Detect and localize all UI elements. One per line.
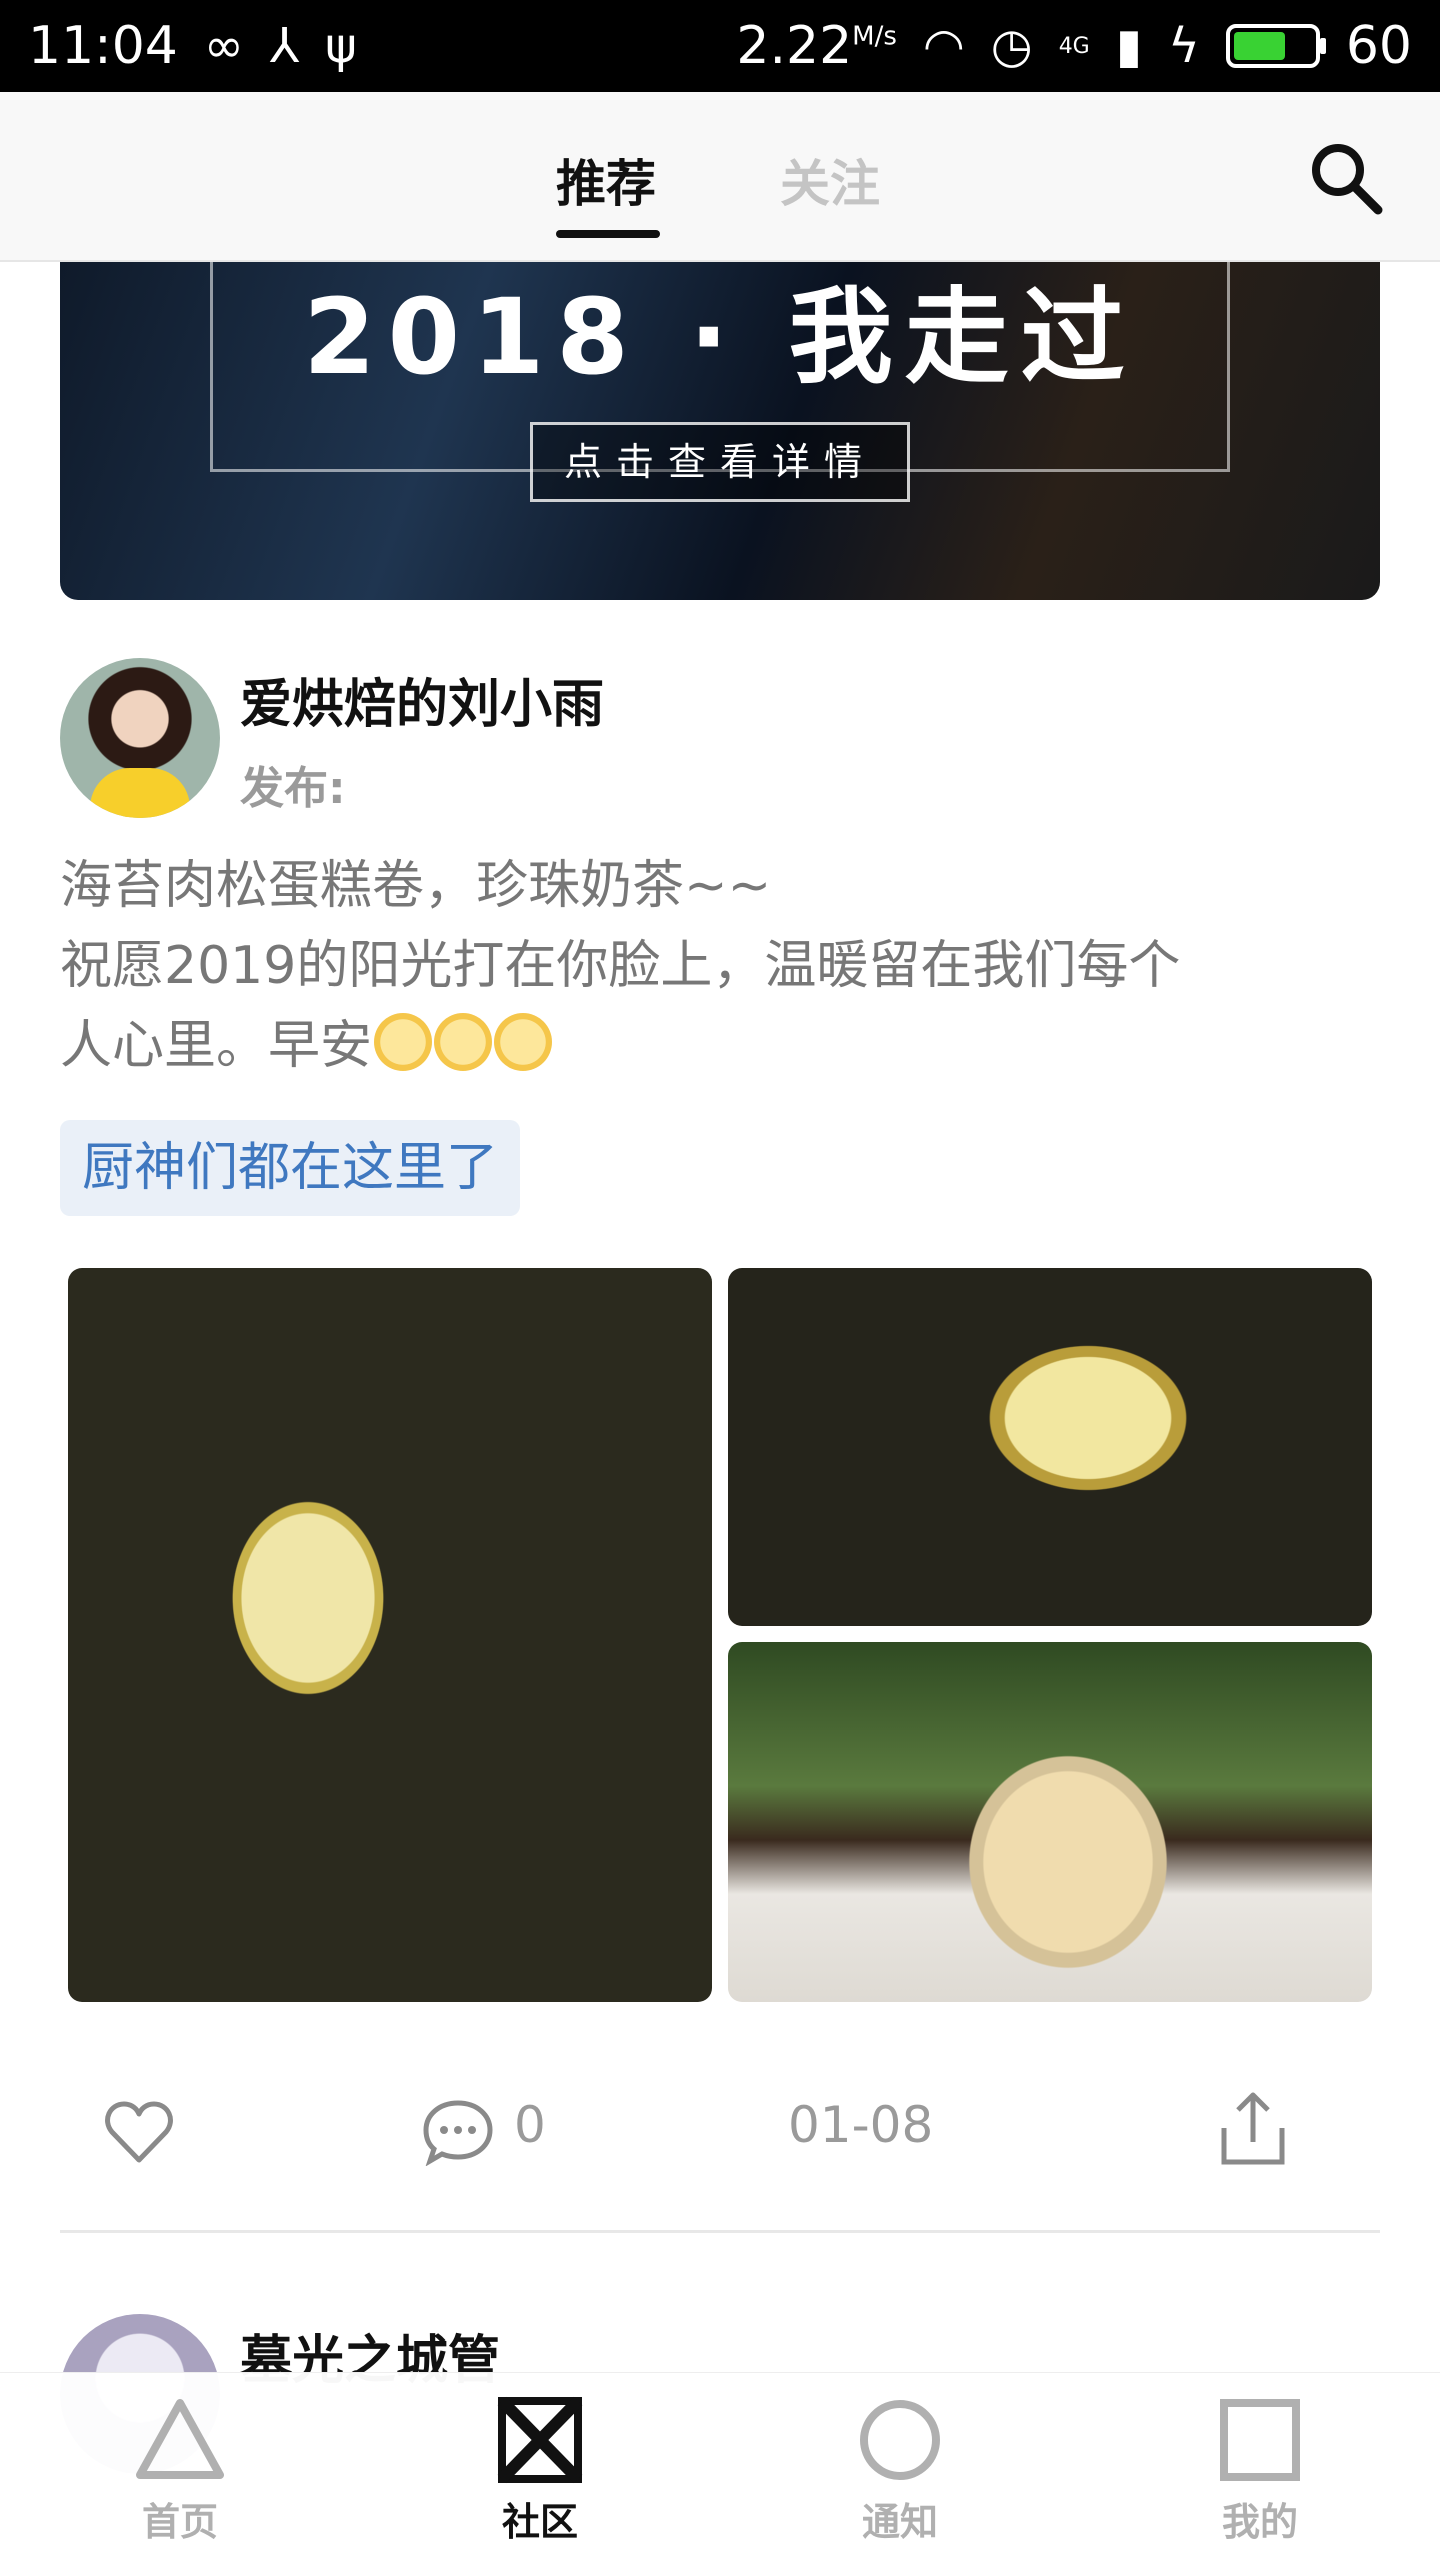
sun-emoji-icon (434, 1013, 493, 1071)
bottom-nav: 首页 社区 通知 我的 (0, 2372, 1440, 2560)
nav-profile[interactable]: 我的 (1160, 2395, 1360, 2546)
search-icon[interactable] (1306, 138, 1386, 218)
square-icon (1220, 2399, 1300, 2481)
post-image-milk-tea[interactable] (728, 1642, 1372, 2002)
usb-icon: ψ (325, 18, 357, 74)
post-date: 01-08 (788, 2096, 934, 2154)
banner-title: 2018 · 我走过 (303, 276, 1137, 398)
nav-notifications-label: 通知 (861, 2500, 938, 2544)
battery-level: 60 (1345, 16, 1412, 76)
sun-emoji-icon (494, 1013, 553, 1071)
top-nav: 推荐 关注 (0, 92, 1440, 262)
circle-icon (860, 2400, 940, 2480)
nav-community-label: 社区 (501, 2500, 578, 2544)
tab-following[interactable]: 关注 (780, 144, 880, 216)
post-text-line: 海苔肉松蛋糕卷，珍珠奶茶~~ (60, 856, 772, 916)
network-speed: 2.22M/s (736, 16, 897, 76)
status-right: 2.22M/s ◠ ◷ 4G ▮ ϟ 60 (736, 16, 1412, 76)
comment-count: 0 (514, 2096, 546, 2154)
post-username[interactable]: 爱烘焙的刘小雨 (240, 662, 604, 737)
nav-profile-label: 我的 (1221, 2500, 1298, 2544)
cross-icon (497, 2396, 583, 2484)
nav-notifications[interactable]: 通知 (800, 2395, 1000, 2546)
tab-recommend[interactable]: 推荐 (556, 144, 656, 216)
promo-banner[interactable]: 2018 · 我走过 点击查看详情 (60, 262, 1380, 600)
post-divider (60, 2230, 1380, 2233)
share-nodes-icon: ⅄ (269, 18, 300, 74)
signal-type: 4G (1058, 33, 1090, 59)
speed-unit: M/s (852, 21, 897, 52)
avatar[interactable] (60, 658, 220, 818)
status-bar: 11:04 ∞ ⅄ ψ 2.22M/s ◠ ◷ 4G ▮ ϟ 60 (0, 0, 1440, 92)
active-tab-indicator (556, 230, 660, 238)
post-image-roll-slices[interactable] (728, 1268, 1372, 1626)
publish-label: 发布: (240, 763, 346, 814)
headphones-icon: ◠ (922, 18, 965, 74)
battery-icon (1225, 24, 1326, 68)
charging-icon: ϟ (1168, 18, 1200, 74)
nav-home-label: 首页 (141, 2500, 218, 2544)
post-actions: 0 01-08 (0, 2076, 1440, 2186)
post-text: 海苔肉松蛋糕卷，珍珠奶茶~~ 祝愿2019的阳光打在你脸上，温暖留在我们每个 人… (60, 846, 1380, 1086)
comment-icon[interactable] (422, 2098, 494, 2166)
banner-details-button[interactable]: 点击查看详情 (530, 422, 910, 502)
post-text-line: 人心里。早安 (60, 1006, 1380, 1086)
nav-home[interactable]: 首页 (80, 2395, 280, 2546)
heart-icon[interactable] (104, 2100, 174, 2164)
alarm-icon: ◷ (990, 18, 1033, 74)
post-text-line: 祝愿2019的阳光打在你脸上，温暖留在我们每个 (60, 936, 1181, 996)
triangle-icon (136, 2399, 224, 2479)
infinity-icon: ∞ (203, 18, 244, 74)
clock: 11:04 (28, 16, 178, 76)
post-image-roll-and-tea[interactable] (68, 1268, 712, 2002)
signal-icon: ▮ (1115, 18, 1143, 74)
status-left: 11:04 ∞ ⅄ ψ (28, 16, 357, 76)
nav-community[interactable]: 社区 (440, 2395, 640, 2546)
topic-tag[interactable]: 厨神们都在这里了 (60, 1120, 521, 1216)
sun-emoji-icon (374, 1013, 433, 1071)
share-icon[interactable] (1218, 2090, 1288, 2166)
